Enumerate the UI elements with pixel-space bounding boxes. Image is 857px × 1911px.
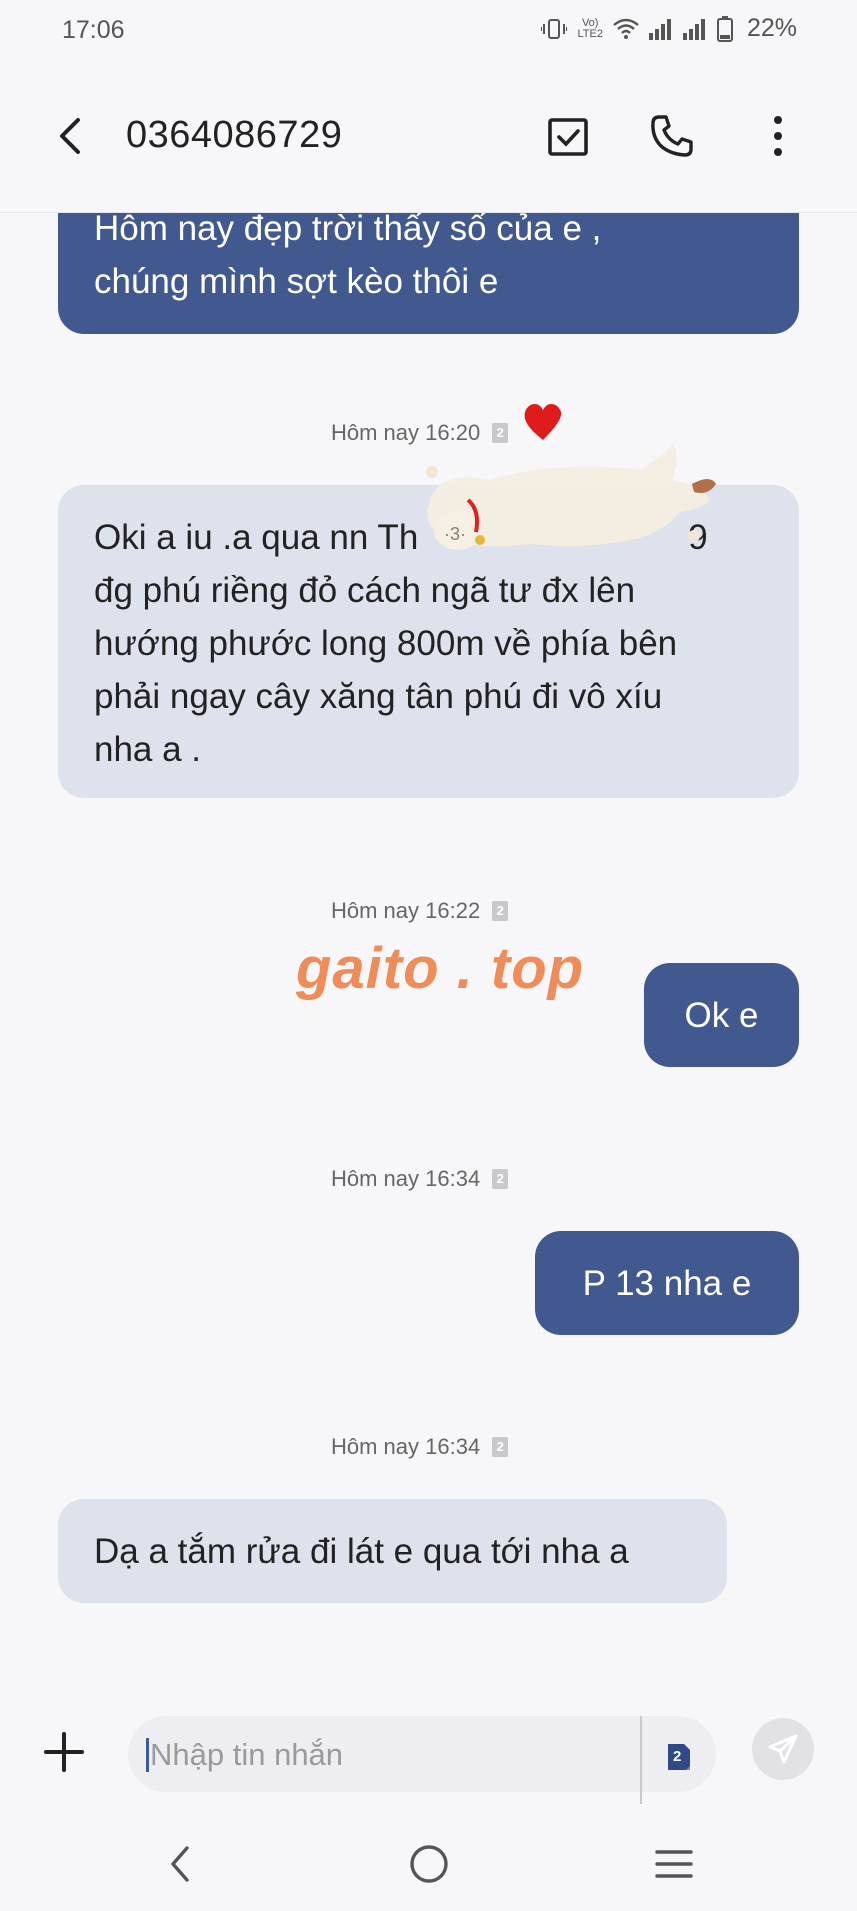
- back-arrow-icon: [60, 118, 80, 154]
- plus-icon: [44, 1732, 84, 1772]
- message-line: phải ngay cây xăng tân phú đi vô xíu: [94, 677, 663, 716]
- select-check-icon: [548, 118, 588, 156]
- nav-recents-button[interactable]: [652, 1842, 696, 1886]
- status-bar: 17:06 Vo) LTE2 22%: [0, 0, 857, 62]
- vibrate-icon: [541, 18, 568, 40]
- sim-badge: 2: [492, 1437, 509, 1457]
- message-input-box[interactable]: 2: [128, 1716, 716, 1804]
- wifi-icon: [613, 18, 639, 40]
- status-time: 17:06: [62, 16, 125, 44]
- svg-text:·3·: ·3·: [444, 524, 466, 544]
- status-icons: Vo) LTE2 22%: [541, 14, 797, 43]
- message-line: Hôm nay đẹp trời thấy số của e ,: [94, 212, 602, 248]
- more-vert-icon: [774, 116, 782, 156]
- app-bar: 0364086729: [0, 62, 857, 213]
- nav-recents-icon: [655, 1850, 693, 1878]
- message-line: nha a .: [94, 730, 202, 769]
- message-line: hướng phước long 800m về phía bên: [94, 624, 678, 663]
- contact-title: 0364086729: [126, 114, 343, 156]
- timestamp-text: Hôm nay 16:22: [331, 898, 481, 923]
- signal-1-icon: [648, 18, 673, 40]
- input-divider: [640, 1716, 642, 1804]
- sim-number: 2: [673, 1748, 682, 1765]
- outgoing-message[interactable]: Ok e: [644, 963, 799, 1067]
- battery-percent: 22%: [746, 14, 797, 42]
- call-button[interactable]: [646, 110, 698, 162]
- sim-select-button[interactable]: 2: [658, 1736, 698, 1776]
- watermark: gaito . top: [296, 936, 585, 1001]
- timestamp: Hôm nay 16:34 2: [331, 1166, 509, 1192]
- more-options-button[interactable]: [752, 110, 804, 162]
- send-icon: [768, 1734, 798, 1764]
- cat-sticker-icon: ·3·: [410, 440, 720, 575]
- outgoing-message[interactable]: P 13 nha e: [535, 1231, 799, 1335]
- volte-icon: Vo) LTE2: [577, 16, 603, 40]
- sim-badge: 2: [492, 1169, 509, 1189]
- nav-home-button[interactable]: [407, 1842, 451, 1886]
- sim-badge: 2: [492, 901, 509, 921]
- message-text: Dạ a tắm rửa đi lát e qua tới nha a: [94, 1532, 629, 1571]
- message-text: P 13 nha e: [582, 1264, 752, 1303]
- back-button[interactable]: [50, 114, 94, 158]
- nav-back-icon: [171, 1846, 189, 1882]
- nav-back-button[interactable]: [158, 1842, 202, 1886]
- outgoing-message[interactable]: Hôm nay đẹp trời thấy số của e , chúng m…: [58, 212, 799, 334]
- select-button[interactable]: [542, 110, 594, 162]
- timestamp-text: Hôm nay 16:34: [331, 1166, 481, 1191]
- compose-bar: 2: [0, 1692, 857, 1812]
- system-nav-bar: [0, 1812, 857, 1911]
- network-label: LTE2: [577, 27, 603, 40]
- timestamp-text: Hôm nay 16:34: [331, 1434, 481, 1459]
- message-text: Ok e: [684, 996, 759, 1035]
- message-line: chúng mình sợt kèo thôi e: [94, 262, 499, 301]
- text-caret: [146, 1738, 149, 1772]
- signal-2-icon: [682, 18, 707, 40]
- message-line-text: Oki a iu .a qua nn Th: [94, 518, 419, 557]
- battery-icon: [716, 15, 733, 42]
- phone-icon: [651, 115, 693, 157]
- attach-button[interactable]: [40, 1728, 88, 1776]
- incoming-message[interactable]: Dạ a tắm rửa đi lát e qua tới nha a: [58, 1499, 727, 1603]
- send-button[interactable]: [752, 1718, 814, 1780]
- message-input[interactable]: [148, 1716, 642, 1794]
- nav-home-icon: [410, 1845, 448, 1883]
- timestamp: Hôm nay 16:22 2: [331, 898, 509, 924]
- timestamp: Hôm nay 16:34 2: [331, 1434, 509, 1460]
